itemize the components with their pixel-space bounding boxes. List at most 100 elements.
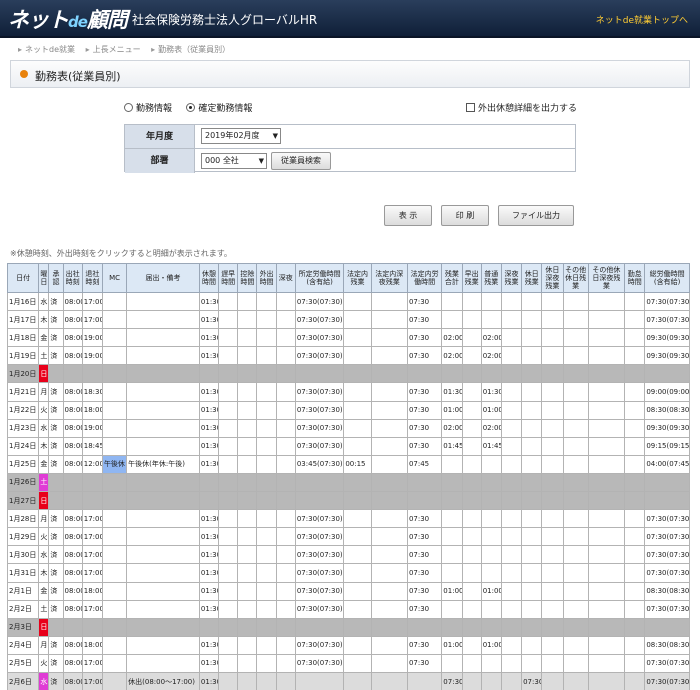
cell-date[interactable]: 1月25日 (6, 454, 40, 474)
cell-brk[interactable] (198, 472, 220, 493)
cell-brk[interactable]: 01:30 (198, 400, 220, 420)
cell-hn (343, 436, 372, 456)
cell-brk[interactable]: 01:30 (198, 545, 220, 565)
cell-note (126, 310, 200, 330)
cell-total: 04:00(07:45) (644, 454, 690, 474)
cell-date[interactable]: 2月6日 (6, 671, 40, 690)
cell-date[interactable]: 2月2日 (6, 599, 40, 619)
cell-empty (218, 382, 239, 402)
breadcrumb-home[interactable]: ネットde就業 (25, 45, 75, 54)
cell-in (62, 617, 83, 637)
cell-date[interactable]: 2月4日 (6, 635, 40, 655)
table-row[interactable]: 1月23日水済08:0019:0001:3007:30(07:30)07:300… (6, 418, 690, 438)
table-row[interactable]: 1月31日木済08:0017:00 01:30 07:30(07:30) 07:30 0… (6, 563, 690, 583)
cell-date[interactable]: 1月28日 (6, 509, 40, 529)
table-row[interactable]: 1月17日木済08:0017:00 01:30 07:30(07:30) 07:30 0… (6, 310, 690, 330)
cell-empty (587, 527, 626, 547)
cell-brk[interactable]: 01:30 (198, 509, 220, 529)
table-row[interactable]: 1月25日金済08:0012:00午後休午後休(年休:午後)01:30 03:45… (6, 454, 690, 474)
cell-empty (237, 400, 258, 420)
dept-select[interactable]: 000 全社 (201, 153, 267, 169)
cell-date[interactable]: 1月18日 (6, 328, 40, 348)
table-row[interactable]: 1月19日土済08:0019:0001:3007:30(07:30)07:300… (6, 346, 690, 366)
app-logo[interactable]: ネットde顧問 (8, 4, 128, 34)
cell-sched: 07:30(07:30) (294, 653, 345, 673)
table-row[interactable]: 1月21日月済08:0018:3001:3007:30(07:30)07:300… (6, 382, 690, 402)
cell-brk[interactable]: 01:30 (198, 291, 220, 312)
cell-brk[interactable]: 01:30 (198, 635, 220, 655)
table-row[interactable]: 2月5日火済08:0017:00 01:30 07:30(07:30) 07:30 07… (6, 653, 690, 673)
cell-hn (343, 545, 372, 565)
table-row[interactable]: 1月29日火済08:0017:00 01:30 07:30(07:30) 07:30 0… (6, 527, 690, 547)
cell-empty (461, 563, 482, 583)
table-row[interactable]: 2月4日月済08:0018:0001:3007:30(07:30)07:3001… (6, 635, 690, 655)
cell-date[interactable]: 1月31日 (6, 563, 40, 583)
cell-date[interactable]: 2月3日 (6, 617, 40, 637)
table-row[interactable]: 2月6日水済08:0017:00 休出(08:00～17:00)01:30 07:3… (6, 671, 690, 690)
cell-date[interactable]: 1月29日 (6, 527, 40, 547)
table-row[interactable]: 2月2日土済08:0017:00 01:30 07:30(07:30) 07:30 07… (6, 599, 690, 619)
employee-search-button[interactable]: 従業員検索 (271, 152, 331, 170)
table-row[interactable]: 1月16日水済08:0017:00 01:30 07:30(07:30) 07:30 0… (6, 291, 690, 312)
table-row[interactable]: 1月26日土 (6, 472, 690, 493)
top-page-link[interactable]: ネットde就業トップへ (596, 13, 688, 26)
cell-brk[interactable]: 01:30 (198, 346, 220, 366)
radio-work-info[interactable]: 勤務情報 (124, 103, 172, 114)
cell-hn (343, 671, 372, 690)
cell-date[interactable]: 1月23日 (6, 418, 40, 438)
cell-brk[interactable]: 01:30 (198, 653, 220, 673)
cell-date[interactable]: 1月16日 (6, 291, 40, 312)
cell-date[interactable]: 1月26日 (6, 472, 40, 493)
cell-date[interactable]: 1月24日 (6, 436, 40, 456)
cell-brk[interactable]: 01:30 (198, 599, 220, 619)
cell-empty (275, 527, 296, 547)
cell-date[interactable]: 1月17日 (6, 310, 40, 330)
table-row[interactable]: 1月20日日 (6, 364, 690, 384)
cell-empty (587, 472, 626, 493)
cell-date[interactable]: 2月5日 (6, 653, 40, 673)
cell-empty (624, 581, 646, 601)
table-row[interactable]: 1月18日金済08:0019:0001:3007:30(07:30)07:300… (6, 328, 690, 348)
cell-hn (343, 617, 372, 637)
cell-date[interactable]: 1月19日 (6, 346, 40, 366)
file-output-button[interactable]: ファイル出力 (498, 205, 574, 226)
cell-brk[interactable] (198, 617, 220, 637)
cell-brk[interactable]: 01:30 (198, 563, 220, 583)
cell-brk[interactable] (198, 364, 220, 384)
cell-brk[interactable]: 01:30 (198, 527, 220, 547)
cell-brk[interactable]: 01:30 (198, 310, 220, 330)
print-button[interactable]: 印 刷 (441, 205, 489, 226)
radio-confirmed-info[interactable]: 確定勤務情報 (186, 103, 252, 114)
table-row[interactable]: 2月3日日 (6, 617, 690, 637)
cell-total: 07:30(07:30) (644, 527, 690, 547)
cell-date[interactable]: 1月27日 (6, 491, 40, 511)
cell-date[interactable]: 2月1日 (6, 581, 40, 601)
cell-ok: 済 (48, 563, 64, 583)
cell-brk[interactable] (198, 491, 220, 511)
table-row[interactable]: 1月24日木済08:0018:4501:3007:30(07:30)07:300… (6, 436, 690, 456)
cell-date[interactable]: 1月30日 (6, 545, 40, 565)
breadcrumb-manager-menu[interactable]: 上長メニュー (93, 45, 141, 54)
year-month-select[interactable]: 2019年02月度 (201, 128, 281, 144)
cell-law: 07:30 (406, 436, 443, 456)
table-row[interactable]: 1月30日水済08:0017:00 01:30 07:30(07:30) 07:30 0… (6, 545, 690, 565)
table-row[interactable]: 1月28日月済08:0017:00 01:30 07:30(07:30) 07:30 0… (6, 509, 690, 529)
cell-brk[interactable]: 01:30 (198, 581, 220, 601)
cell-brk[interactable]: 01:30 (198, 671, 220, 690)
table-row[interactable]: 1月27日日 (6, 491, 690, 511)
detail-output-checkbox[interactable]: 外出休憩詳細を出力する (466, 101, 577, 114)
cell-brk[interactable]: 01:30 (198, 418, 220, 438)
display-button[interactable]: 表 示 (384, 205, 432, 226)
cell-date[interactable]: 1月22日 (6, 400, 40, 420)
table-row[interactable]: 2月1日金済08:0018:0001:3007:30(07:30)07:3001… (6, 581, 690, 601)
cell-brk[interactable]: 01:30 (198, 328, 220, 348)
cell-date[interactable]: 1月21日 (6, 382, 40, 402)
table-row[interactable]: 1月22日火済08:0018:0001:3007:30(07:30)07:300… (6, 400, 690, 420)
cell-brk[interactable]: 01:30 (198, 454, 220, 474)
cell-date[interactable]: 1月20日 (6, 364, 40, 384)
cell-dow: 土 (38, 346, 50, 366)
cell-empty (500, 635, 523, 655)
cell-empty (461, 436, 482, 456)
cell-brk[interactable]: 01:30 (198, 436, 220, 456)
cell-brk[interactable]: 01:30 (198, 382, 220, 402)
